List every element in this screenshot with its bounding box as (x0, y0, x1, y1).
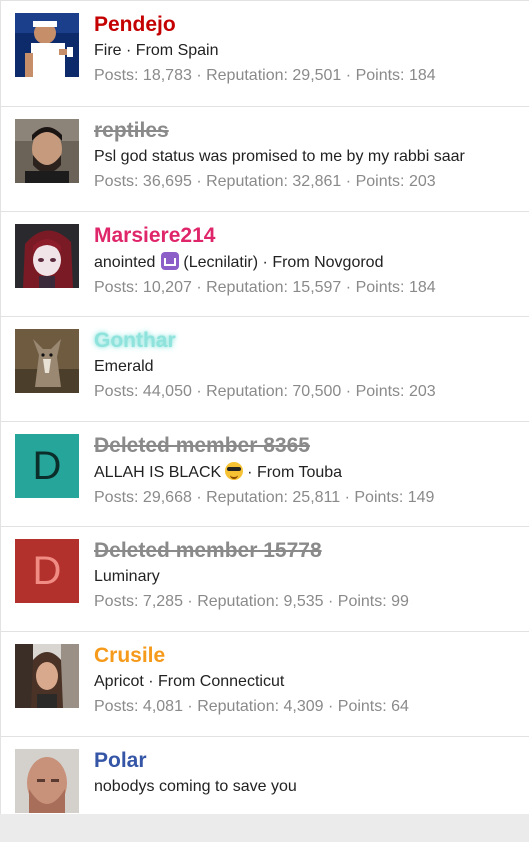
avatar-letter: D (32, 549, 62, 593)
username-link[interactable]: Polar (94, 747, 525, 775)
user-title: anointed (Lecnilatir) · From Novgorod (94, 252, 384, 271)
username-link[interactable]: Deleted member 15778 (94, 537, 525, 565)
user-title: Emerald (94, 358, 154, 375)
user-stats: Posts: 10,207 · Reputation: 15,597 · Poi… (94, 279, 436, 296)
posts-count: 10,207 (142, 279, 192, 296)
member-row: D Deleted member 15778 Luminary Posts: 7… (1, 527, 529, 632)
reputation-count: 15,597 (292, 279, 342, 296)
member-row: Crusile Apricot · From Connecticut Posts… (1, 632, 529, 737)
user-stats: Posts: 4,081 · Reputation: 4,309 · Point… (94, 698, 409, 715)
user-title: nobodys coming to save you (94, 778, 297, 795)
user-title: Psl god status was promised to me by my … (94, 148, 465, 165)
user-location: From Connecticut (158, 673, 285, 690)
points-count: 203 (408, 173, 436, 190)
sunglasses-emoji-icon (225, 462, 244, 480)
user-title: Fire · From Spain (94, 42, 219, 59)
avatar[interactable] (15, 329, 79, 393)
reputation-count: 70,500 (292, 383, 342, 400)
avatar[interactable] (15, 13, 79, 77)
reputation-count: 9,535 (283, 593, 324, 610)
member-row: Marsiere214 anointed (Lecnilatir) · From … (1, 212, 529, 317)
posts-count: 7,285 (142, 593, 183, 610)
user-stats: Posts: 36,695 · Reputation: 32,861 · Poi… (94, 173, 436, 190)
avatar[interactable]: D (15, 434, 79, 498)
username-link[interactable]: Pendejo (94, 11, 525, 39)
member-row: Polar nobodys coming to save you (1, 737, 529, 842)
reputation-count: 4,309 (283, 698, 324, 715)
posts-count: 4,081 (142, 698, 183, 715)
username-link[interactable]: Marsiere214 (94, 222, 525, 250)
member-row: D Deleted member 8365 ALLAH IS BLACK · Fr… (1, 422, 529, 527)
avatar[interactable] (15, 119, 79, 183)
user-stats: Posts: 18,783 · Reputation: 29,501 · Poi… (94, 67, 436, 84)
menorah-emoji-icon (161, 252, 180, 270)
user-stats: Posts: 44,050 · Reputation: 70,500 · Poi… (94, 383, 436, 400)
points-count: 149 (407, 489, 435, 506)
points-count: 184 (408, 279, 436, 296)
points-count: 99 (391, 593, 409, 610)
avatar[interactable] (15, 749, 79, 813)
points-count: 184 (408, 67, 436, 84)
avatar[interactable] (15, 644, 79, 708)
username-link[interactable]: Gonthar (94, 327, 525, 355)
member-row: reptiles Psl god status was promised to … (1, 107, 529, 212)
points-count: 203 (408, 383, 436, 400)
avatar-letter: D (32, 444, 62, 488)
user-stats: Posts: 29,668 · Reputation: 25,811 · Poi… (94, 489, 435, 506)
posts-count: 18,783 (142, 67, 192, 84)
posts-count: 29,668 (142, 489, 192, 506)
member-row: Gonthar Emerald Posts: 44,050 · Reputati… (1, 317, 529, 422)
user-location: From Touba (256, 464, 343, 481)
posts-count: 36,695 (142, 173, 192, 190)
member-row: Pendejo Fire · From Spain Posts: 18,783 … (1, 1, 529, 107)
avatar[interactable]: D (15, 539, 79, 603)
reputation-count: 32,861 (292, 173, 342, 190)
username-link[interactable]: Deleted member 8365 (94, 432, 525, 460)
points-count: 64 (391, 698, 409, 715)
user-location: From Novgorod (272, 254, 384, 271)
avatar[interactable] (15, 224, 79, 288)
user-location: From Spain (135, 42, 219, 59)
user-title: Apricot · From Connecticut (94, 673, 285, 690)
username-link[interactable]: reptiles (94, 117, 525, 145)
user-title: ALLAH IS BLACK · From Touba (94, 462, 343, 481)
user-stats: Posts: 7,285 · Reputation: 9,535 · Point… (94, 593, 409, 610)
reputation-count: 25,811 (292, 489, 341, 506)
posts-count: 44,050 (142, 383, 192, 400)
username-link[interactable]: Crusile (94, 642, 525, 670)
member-list: Pendejo Fire · From Spain Posts: 18,783 … (0, 0, 529, 814)
reputation-count: 29,501 (292, 67, 342, 84)
user-title: Luminary (94, 568, 160, 585)
